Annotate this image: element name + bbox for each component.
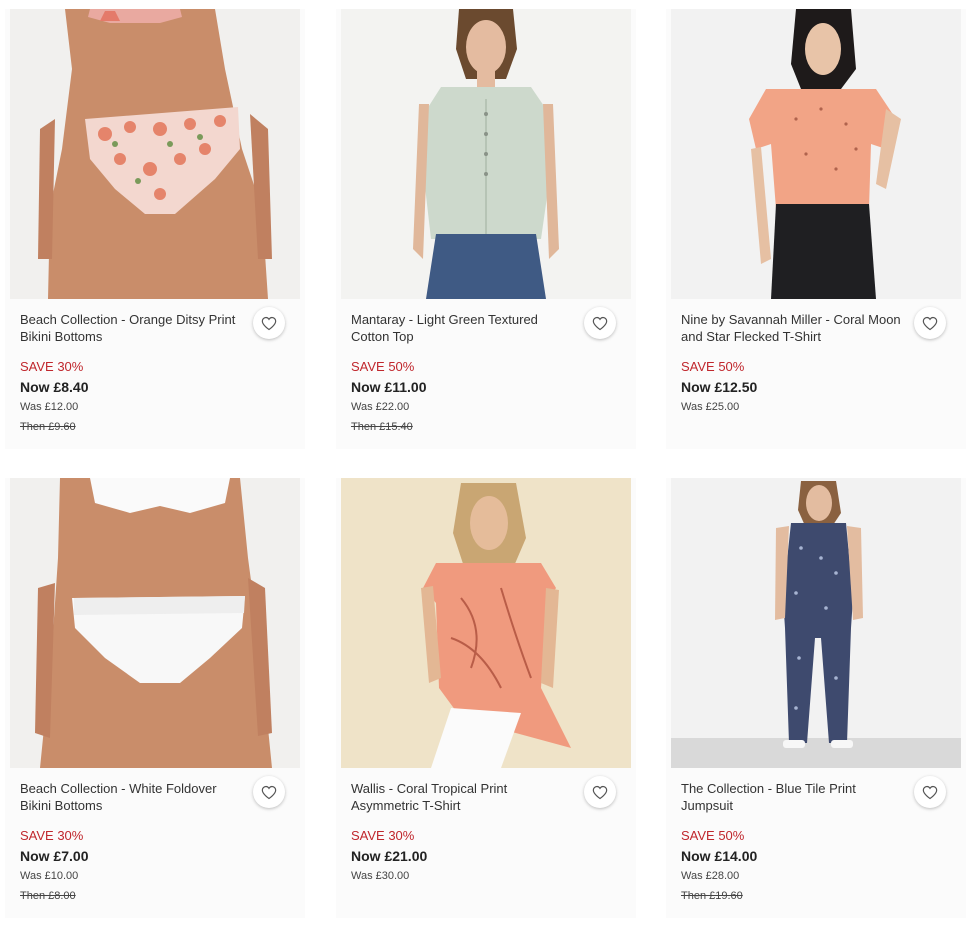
discount-label: SAVE 30% [20, 359, 84, 374]
wishlist-button[interactable] [584, 776, 616, 808]
wishlist-button[interactable] [584, 307, 616, 339]
heart-icon [592, 316, 608, 330]
wishlist-button[interactable] [253, 307, 285, 339]
wishlist-button[interactable] [914, 776, 946, 808]
product-image[interactable] [671, 478, 961, 768]
product-image[interactable] [10, 478, 300, 768]
product-title[interactable]: Mantaray - Light Green Textured Cotton T… [351, 311, 571, 345]
wishlist-button[interactable] [253, 776, 285, 808]
current-price: Now £8.40 [20, 379, 89, 395]
current-price: Now £12.50 [681, 379, 758, 395]
discount-label: SAVE 30% [20, 828, 84, 843]
then-price: Then £15.40 [351, 421, 413, 433]
product-card[interactable]: Wallis - Coral Tropical Print Asymmetric… [336, 478, 636, 918]
product-card[interactable]: The Collection - Blue Tile Print Jumpsui… [666, 478, 966, 918]
product-grid: Beach Collection - Orange Ditsy Print Bi… [0, 0, 970, 925]
was-price: Was £10.00 [20, 870, 79, 882]
product-card[interactable]: Mantaray - Light Green Textured Cotton T… [336, 9, 636, 449]
product-title[interactable]: Wallis - Coral Tropical Print Asymmetric… [351, 780, 571, 814]
current-price: Now £7.00 [20, 848, 89, 864]
heart-icon [261, 316, 277, 330]
product-card[interactable]: Nine by Savannah Miller - Coral Moon and… [666, 9, 966, 449]
product-card[interactable]: Beach Collection - Orange Ditsy Print Bi… [5, 9, 305, 449]
was-price: Was £25.00 [681, 401, 740, 413]
current-price: Now £21.00 [351, 848, 428, 864]
discount-label: SAVE 50% [681, 359, 745, 374]
discount-label: SAVE 30% [351, 828, 415, 843]
current-price: Now £14.00 [681, 848, 758, 864]
product-card[interactable]: Beach Collection - White Foldover Bikini… [5, 478, 305, 918]
product-image[interactable] [10, 9, 300, 299]
then-price: Then £19.60 [681, 890, 743, 902]
was-price: Was £30.00 [351, 870, 410, 882]
product-title[interactable]: Beach Collection - White Foldover Bikini… [20, 780, 240, 814]
was-price: Was £22.00 [351, 401, 410, 413]
heart-icon [922, 785, 938, 799]
was-price: Was £28.00 [681, 870, 740, 882]
product-image[interactable] [671, 9, 961, 299]
product-title[interactable]: Beach Collection - Orange Ditsy Print Bi… [20, 311, 240, 345]
current-price: Now £11.00 [351, 379, 427, 395]
then-price: Then £8.00 [20, 890, 76, 902]
heart-icon [261, 785, 277, 799]
product-title[interactable]: Nine by Savannah Miller - Coral Moon and… [681, 311, 901, 345]
wishlist-button[interactable] [914, 307, 946, 339]
product-title[interactable]: The Collection - Blue Tile Print Jumpsui… [681, 780, 901, 814]
product-image[interactable] [341, 9, 631, 299]
discount-label: SAVE 50% [681, 828, 745, 843]
discount-label: SAVE 50% [351, 359, 415, 374]
product-image[interactable] [341, 478, 631, 768]
then-price: Then £9.60 [20, 421, 76, 433]
heart-icon [922, 316, 938, 330]
was-price: Was £12.00 [20, 401, 79, 413]
heart-icon [592, 785, 608, 799]
